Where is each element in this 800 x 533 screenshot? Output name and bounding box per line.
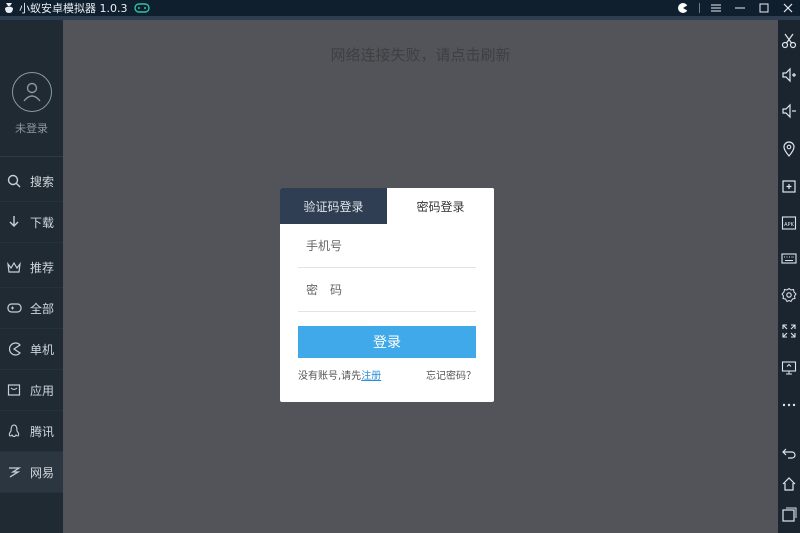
app-box-icon — [6, 382, 22, 398]
sidebar-item-label: 网易 — [30, 465, 55, 480]
titlebar-divider — [699, 3, 700, 13]
svg-text:APK: APK — [784, 222, 794, 228]
sidebar-item-single[interactable]: 单机 — [0, 329, 63, 370]
network-error-refresh[interactable]: 网络连接失败，请点击刷新 — [63, 44, 778, 65]
no-account-text: 没有账号,请先 — [298, 371, 362, 382]
gamepad-icon[interactable] — [133, 2, 150, 14]
sidebar-item-label: 搜索 — [30, 174, 55, 189]
sidebar-item-search[interactable]: 搜索 — [0, 161, 63, 202]
home-icon[interactable] — [780, 475, 798, 493]
ant-logo-icon — [2, 1, 16, 15]
apk-install-icon[interactable]: APK — [780, 214, 798, 232]
tab-password-login[interactable]: 密码登录 — [387, 188, 494, 224]
login-dialog: 验证码登录 密码登录 登录 没有账号,请先注册 忘记密码？ — [280, 188, 494, 402]
volume-up-icon[interactable] — [780, 66, 798, 84]
login-button[interactable]: 登录 — [298, 326, 476, 358]
login-status-text[interactable]: 未登录 — [15, 120, 48, 136]
scissors-icon[interactable] — [780, 32, 798, 50]
menu-icon[interactable] — [704, 0, 728, 16]
user-icon — [22, 82, 41, 102]
register-link[interactable]: 注册 — [361, 371, 381, 382]
window-title: 小蚁安卓模拟器 1.0.3 — [19, 2, 128, 15]
sidebar-item-label: 推荐 — [30, 260, 55, 275]
maximize-button[interactable] — [752, 0, 776, 16]
right-toolbar: APK — [778, 20, 800, 533]
screen-share-icon[interactable] — [780, 359, 798, 377]
more-icon[interactable] — [780, 396, 798, 414]
search-icon — [6, 173, 22, 189]
forgot-password-link[interactable]: 忘记密码？ — [426, 367, 476, 382]
gamepad-icon — [6, 300, 22, 316]
user-panel: 未登录 — [0, 20, 63, 157]
sidebar-item-label: 腾讯 — [30, 424, 55, 439]
sidebar-item-all[interactable]: 全部 — [0, 288, 63, 329]
login-tabs: 验证码登录 密码登录 — [280, 188, 494, 224]
tab-sms-login[interactable]: 验证码登录 — [280, 188, 387, 224]
sidebar: 未登录 搜索 下载 推荐 全部 单机 应用 腾讯 网易 — [0, 20, 63, 533]
title-bar: 小蚁安卓模拟器 1.0.3 — [0, 0, 800, 16]
sidebar-item-label: 应用 — [30, 383, 55, 398]
pacman-icon — [6, 341, 22, 357]
minimize-button[interactable] — [728, 0, 752, 16]
netease-icon — [6, 464, 22, 480]
avatar[interactable] — [11, 72, 52, 112]
download-icon — [6, 214, 22, 230]
volume-down-icon[interactable] — [780, 102, 798, 120]
sidebar-item-download[interactable]: 下载 — [0, 202, 63, 243]
sidebar-item-netease[interactable]: 网易 — [0, 452, 63, 493]
sidebar-item-tencent[interactable]: 腾讯 — [0, 411, 63, 452]
location-icon[interactable] — [780, 140, 798, 158]
penguin-icon — [6, 423, 22, 439]
login-links: 没有账号,请先注册 忘记密码？ — [298, 367, 476, 382]
fullscreen-icon[interactable] — [780, 322, 798, 340]
sidebar-item-label: 单机 — [30, 342, 55, 357]
sidebar-item-label: 下载 — [30, 215, 55, 230]
phone-input[interactable] — [304, 237, 476, 254]
skin-icon[interactable] — [671, 0, 695, 16]
settings-gear-icon[interactable] — [780, 286, 798, 304]
password-input[interactable] — [304, 281, 476, 298]
register-prompt: 没有账号,请先注册 — [298, 367, 381, 382]
sidebar-item-recommend[interactable]: 推荐 — [0, 247, 63, 288]
password-field — [298, 268, 476, 312]
keyboard-icon[interactable] — [780, 249, 798, 267]
recent-apps-icon[interactable] — [780, 506, 798, 524]
sidebar-item-apps[interactable]: 应用 — [0, 370, 63, 411]
crown-icon — [6, 259, 22, 275]
add-window-icon[interactable] — [780, 177, 798, 195]
phone-field — [298, 224, 476, 268]
close-button[interactable] — [776, 0, 800, 16]
sidebar-item-label: 全部 — [30, 301, 55, 316]
back-icon[interactable] — [780, 444, 798, 462]
